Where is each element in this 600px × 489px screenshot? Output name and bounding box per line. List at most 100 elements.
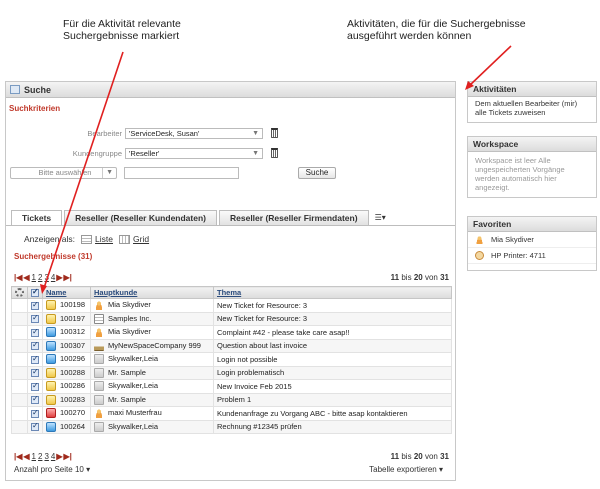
row-name-cell[interactable]: 100312 [42, 325, 91, 340]
row-select-cell[interactable] [27, 352, 43, 367]
row-thema-cell[interactable]: Kundenanfrage zu Vorgang ABC - bitte asa… [213, 406, 452, 421]
activity-assign-tickets[interactable]: Dem aktuellen Bearbeiter (mir) alle Tick… [468, 97, 596, 119]
column-hauptkunde[interactable]: Hauptkunde [90, 286, 214, 299]
table-row[interactable]: 100307 MyNewSpaceCompany 999 Question abou… [11, 338, 452, 353]
page-size-control[interactable]: Anzahl pro Seite 10 ▾ [14, 465, 90, 474]
tab-tickets[interactable]: Tickets [11, 210, 63, 225]
row-kunde-cell[interactable]: Samples Inc. [90, 311, 214, 326]
row-select-cell[interactable] [27, 406, 43, 421]
column-settings[interactable] [11, 286, 28, 299]
row-thema-cell[interactable]: Login not possible [213, 352, 452, 367]
row-name-cell[interactable]: 100307 [42, 338, 91, 353]
row-thema-cell[interactable]: New Ticket for Resource: 3 [213, 311, 452, 326]
row-select-cell[interactable] [27, 365, 43, 380]
kundengruppe-select[interactable]: 'Reseller' ▼ [125, 148, 263, 159]
view-list-link[interactable]: Liste [95, 234, 113, 244]
next-page-icon[interactable]: ▶ [56, 452, 62, 461]
page-link-1[interactable]: 1 [32, 452, 36, 461]
row-checkbox[interactable] [31, 408, 39, 418]
favorite-item[interactable]: HP Printer: 4711 [468, 248, 596, 264]
trash-icon[interactable] [271, 148, 278, 158]
page-link-4[interactable]: 4 [51, 273, 55, 282]
row-checkbox[interactable] [31, 340, 39, 351]
row-thema-cell[interactable]: New Ticket for Resource: 3 [213, 298, 452, 313]
table-row[interactable]: 100312 Mia Skydiver Complaint #42 - please… [11, 325, 452, 340]
criteria-value-input[interactable] [124, 167, 239, 179]
row-name-cell[interactable]: 100286 [42, 379, 91, 394]
table-row[interactable]: 100288 Mr. Sample Login problematisch [11, 365, 452, 380]
search-button[interactable]: Suche [298, 167, 336, 179]
row-select-cell[interactable] [27, 338, 43, 353]
row-thema-cell[interactable]: Problem 1 [213, 392, 452, 407]
favorite-item[interactable]: Mia Skydiver [468, 232, 596, 248]
table-row[interactable]: 100296 Skywalker,Leia Login not possible [11, 352, 452, 367]
row-select-cell[interactable] [27, 392, 43, 407]
bearbeiter-select[interactable]: 'ServiceDesk, Susan' ▼ [125, 128, 263, 139]
row-kunde-cell[interactable]: Mr. Sample [90, 365, 214, 380]
row-kunde-cell[interactable]: maxi Musterfrau [90, 406, 214, 421]
criteria-add-select[interactable]: Bitte auswählen ▼ [10, 167, 117, 179]
row-kunde-cell[interactable]: Skywalker,Leia [90, 419, 214, 434]
table-row[interactable]: 100264 Skywalker,Leia Rechnung #12345 prüf… [11, 419, 452, 434]
select-all-cell[interactable] [27, 286, 43, 299]
page-link-2[interactable]: 2 [38, 273, 42, 282]
row-name-cell[interactable]: 100198 [42, 298, 91, 313]
column-name[interactable]: Name [42, 286, 91, 299]
row-name-cell[interactable]: 100264 [42, 419, 91, 434]
row-thema-cell[interactable]: New Invoice Feb 2015 [213, 379, 452, 394]
row-select-cell[interactable] [27, 311, 43, 326]
row-checkbox[interactable] [31, 354, 39, 364]
page-link-3[interactable]: 3 [44, 273, 48, 282]
table-row[interactable]: 100198 Mia Skydiver New Ticket for Resourc… [11, 298, 452, 313]
first-page-icon[interactable]: |◀ [14, 273, 22, 282]
row-thema-cell[interactable]: Rechnung #12345 prüfen [213, 419, 452, 434]
row-checkbox[interactable] [31, 421, 39, 432]
tab-reseller-kundendaten[interactable]: Reseller (Reseller Kundendaten) [64, 210, 217, 225]
page-link-4[interactable]: 4 [51, 452, 55, 461]
row-name-cell[interactable]: 100283 [42, 392, 91, 407]
row-kunde-cell[interactable]: Mia Skydiver [90, 298, 214, 313]
row-kunde-cell[interactable]: Mr. Sample [90, 392, 214, 407]
row-select-cell[interactable] [27, 419, 43, 434]
row-checkbox[interactable] [31, 381, 39, 391]
row-checkbox[interactable] [31, 300, 39, 310]
page-link-2[interactable]: 2 [38, 452, 42, 461]
next-page-icon[interactable]: ▶ [56, 273, 62, 282]
list-view-icon[interactable] [81, 234, 93, 244]
column-thema[interactable]: Thema [213, 286, 452, 299]
row-thema-cell[interactable]: Question about last invoice [213, 338, 452, 353]
export-control[interactable]: Tabelle exportieren ▾ [369, 465, 443, 474]
row-kunde-cell[interactable]: MyNewSpaceCompany 999 [90, 338, 214, 353]
table-row[interactable]: 100197 Samples Inc. New Ticket for Resourc… [11, 311, 452, 326]
row-checkbox[interactable] [31, 313, 39, 324]
grid-view-icon[interactable] [119, 234, 131, 244]
row-name-cell[interactable]: 100296 [42, 352, 91, 367]
last-page-icon[interactable]: ▶| [64, 273, 72, 282]
row-checkbox[interactable] [31, 327, 39, 337]
table-row[interactable]: 100283 Mr. Sample Problem 1 [11, 392, 452, 407]
table-row[interactable]: 100270 maxi Musterfrau Kundenanfrage zu Vo… [11, 406, 452, 421]
table-row[interactable]: 100286 Skywalker,Leia New Invoice Feb 2015 [11, 379, 452, 394]
row-select-cell[interactable] [27, 298, 43, 313]
row-name-cell[interactable]: 100288 [42, 365, 91, 380]
row-checkbox[interactable] [31, 394, 39, 405]
row-name-cell[interactable]: 100270 [42, 406, 91, 421]
page-link-3[interactable]: 3 [44, 452, 48, 461]
row-select-cell[interactable] [27, 325, 43, 340]
first-page-icon[interactable]: |◀ [14, 452, 22, 461]
select-all-checkbox[interactable] [31, 287, 39, 297]
row-thema-cell[interactable]: Complaint #42 - please take care asap!! [213, 325, 452, 340]
view-grid-link[interactable]: Grid [133, 234, 149, 244]
row-kunde-cell[interactable]: Mia Skydiver [90, 325, 214, 340]
row-kunde-cell[interactable]: Skywalker,Leia [90, 352, 214, 367]
row-name-cell[interactable]: 100197 [42, 311, 91, 326]
row-kunde-cell[interactable]: Skywalker,Leia [90, 379, 214, 394]
tab-reseller-firmendaten[interactable]: Reseller (Reseller Firmendaten) [219, 210, 369, 225]
row-checkbox[interactable] [31, 367, 39, 378]
prev-page-icon[interactable]: ◀ [23, 273, 29, 282]
prev-page-icon[interactable]: ◀ [23, 452, 29, 461]
last-page-icon[interactable]: ▶| [64, 452, 72, 461]
page-link-1[interactable]: 1 [32, 273, 36, 282]
row-select-cell[interactable] [27, 379, 43, 394]
trash-icon[interactable] [271, 128, 278, 138]
